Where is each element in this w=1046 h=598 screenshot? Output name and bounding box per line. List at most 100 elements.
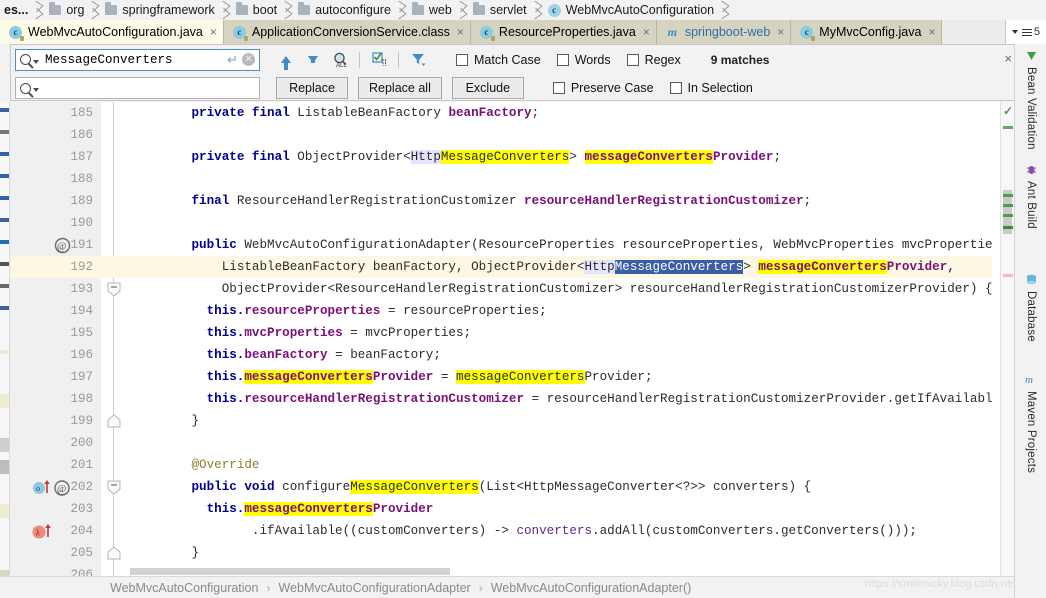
code-line-203[interactable]: this.messageConvertersProvider [131, 498, 992, 520]
code-token: (List<HttpMessageConverter<?>> converter… [478, 480, 812, 494]
lambda-icon[interactable]: λ [32, 523, 66, 539]
breadcrumb-item-2[interactable]: springframework [101, 0, 231, 20]
fold-collapse-icon[interactable] [107, 414, 121, 432]
fold-column[interactable] [101, 102, 131, 576]
regex-checkbox[interactable] [626, 53, 639, 66]
code-line-198[interactable]: this.resourceHandlerRegistrationCustomiz… [131, 388, 992, 410]
code-line-201[interactable]: @Override [131, 454, 992, 476]
editor-tab-1[interactable]: c ApplicationConversionService.class × [223, 20, 471, 44]
code-line-191[interactable]: public WebMvcAutoConfigurationAdapter(Re… [131, 234, 992, 256]
fold-row [101, 366, 131, 388]
line-number: 203 [70, 502, 93, 516]
status-breadcrumb-item-0[interactable]: WebMvcAutoConfiguration [110, 581, 258, 595]
in-selection-checkbox[interactable] [669, 82, 682, 94]
exclude-button[interactable]: Exclude [451, 77, 524, 99]
left-marker-strip[interactable] [0, 102, 10, 576]
gutter-row: 202 o @ [10, 476, 101, 498]
code-line-202[interactable]: public void configureMessageConverters(L… [131, 476, 992, 498]
option-preserve-case[interactable]: Preserve Case [552, 81, 654, 95]
replace-field[interactable] [15, 77, 260, 99]
code-line-196[interactable]: this.beanFactory = beanFactory; [131, 344, 992, 366]
code-line-194[interactable]: this.resourceProperties = resourceProper… [131, 300, 992, 322]
status-breadcrumb-item-1[interactable]: WebMvcAutoConfigurationAdapter [278, 581, 470, 595]
editor-tab-label: ResourceProperties.java [498, 25, 636, 39]
find-previous-icon[interactable] [274, 49, 298, 71]
status-breadcrumb-item-2[interactable]: WebMvcAutoConfigurationAdapter() [491, 581, 692, 595]
editor-tab-3[interactable]: m springboot-web × [656, 20, 792, 44]
match-case-checkbox[interactable] [456, 53, 468, 66]
gutter-row: 204 λ [10, 520, 101, 542]
close-tab-icon[interactable]: × [928, 26, 935, 38]
option-match-case[interactable]: Match Case [456, 53, 541, 67]
option-in-selection[interactable]: In Selection [669, 81, 753, 95]
code-line-187[interactable]: private final ObjectProvider<HttpMessage… [131, 146, 992, 168]
tool-window-tab-database[interactable]: Database [1015, 274, 1046, 342]
close-find-panel-icon[interactable]: × [1004, 51, 1012, 66]
code-line-195[interactable]: this.mvcProperties = mvcProperties; [131, 322, 992, 344]
replace-input[interactable] [39, 81, 255, 95]
filter-icon[interactable] [406, 49, 430, 71]
close-tab-icon[interactable]: × [210, 26, 217, 38]
find-options-row1: Match Case Words Regex 9 matches [456, 53, 769, 67]
inspection-ok-icon[interactable]: ✓ [1003, 104, 1013, 118]
editor-gutter[interactable]: 185 186 187 188 189 190 191 @ 192 193 194 195 196 197… [10, 102, 101, 582]
words-checkbox[interactable] [556, 53, 569, 66]
close-tab-icon[interactable]: × [643, 26, 650, 38]
marker-tick [0, 130, 9, 134]
code-line-200[interactable] [131, 432, 992, 454]
replace-all-button[interactable]: Replace all [358, 77, 442, 99]
breadcrumb-item-5[interactable]: web [408, 0, 469, 20]
code-line-204[interactable]: .ifAvailable((customConverters) -> conve… [131, 520, 992, 542]
code-line-185[interactable]: private final ListableBeanFactory beanFa… [131, 102, 992, 124]
breadcrumb-item-3[interactable]: boot [232, 0, 294, 20]
code-text-area[interactable]: private final ListableBeanFactory beanFa… [131, 102, 992, 576]
option-regex[interactable]: Regex [626, 53, 681, 67]
preserve-case-checkbox[interactable] [552, 82, 565, 94]
breadcrumb-item-1[interactable]: org [45, 0, 101, 20]
override-method-icon[interactable]: o @ [32, 479, 78, 496]
breadcrumb-item-0[interactable]: es... [0, 0, 45, 20]
search-field[interactable]: ↵ ✕ [15, 48, 260, 71]
horizontal-scrollbar[interactable] [10, 568, 1000, 576]
editor-tab-2[interactable]: c ResourceProperties.java × [470, 20, 657, 44]
editor-scrollbar[interactable]: ✓ [1000, 102, 1014, 576]
editor-tab-4[interactable]: c MyMvcConfig.java × [791, 20, 943, 44]
editor-tab-0[interactable]: c WebMvcAutoConfiguration.java × [0, 20, 224, 44]
find-next-icon[interactable] [301, 49, 325, 71]
marker-tick [0, 438, 9, 452]
tool-window-tab-bean-validation[interactable]: Bean Validation [1015, 50, 1046, 150]
replace-buttons: Replace Replace all Exclude [276, 77, 524, 99]
code-line-192[interactable]: ListableBeanFactory beanFactory, ObjectP… [131, 256, 992, 278]
find-all-icon[interactable]: ALL [328, 49, 352, 71]
code-line-186[interactable] [131, 124, 992, 146]
option-words[interactable]: Words [556, 53, 611, 67]
code-editor[interactable]: 185 186 187 188 189 190 191 @ 192 193 194 195 196 197… [0, 102, 1014, 582]
tool-window-tab-ant-build[interactable]: Ant Build [1015, 164, 1046, 229]
code-line-193[interactable]: ObjectProvider<ResourceHandlerRegistrati… [131, 278, 992, 300]
code-line-190[interactable] [131, 212, 992, 234]
code-line-205[interactable]: } [131, 542, 992, 564]
search-input[interactable] [39, 52, 228, 67]
close-tab-icon[interactable]: × [457, 26, 464, 38]
breadcrumb-item-4[interactable]: autoconfigure [294, 0, 408, 20]
breadcrumb-label: springframework [122, 3, 215, 17]
replace-button[interactable]: Replace [276, 77, 348, 99]
breadcrumb-item-7[interactable]: c WebMvcAutoConfiguration [544, 0, 731, 20]
gutter-row: 205 [10, 542, 101, 564]
fold-end-icon[interactable] [107, 282, 121, 300]
annotation-icon[interactable]: @ [54, 237, 88, 254]
code-line-199[interactable]: } [131, 410, 992, 432]
code-line-188[interactable] [131, 168, 992, 190]
code-line-197[interactable]: this.messageConvertersProvider = message… [131, 366, 992, 388]
clear-search-icon[interactable]: ✕ [242, 53, 255, 66]
tab-overflow-button[interactable]: 5 [1004, 20, 1046, 44]
fold-end-icon[interactable] [107, 480, 121, 498]
fold-collapse-icon[interactable] [107, 546, 121, 564]
code-line-189[interactable]: final ResourceHandlerRegistrationCustomi… [131, 190, 992, 212]
tool-window-tab-maven-projects[interactable]: m Maven Projects [1015, 374, 1046, 473]
select-all-occurrences-icon[interactable] [367, 49, 391, 71]
marker-tick [0, 504, 9, 518]
breadcrumb-item-6[interactable]: servlet [469, 0, 544, 20]
close-tab-icon[interactable]: × [777, 26, 784, 38]
